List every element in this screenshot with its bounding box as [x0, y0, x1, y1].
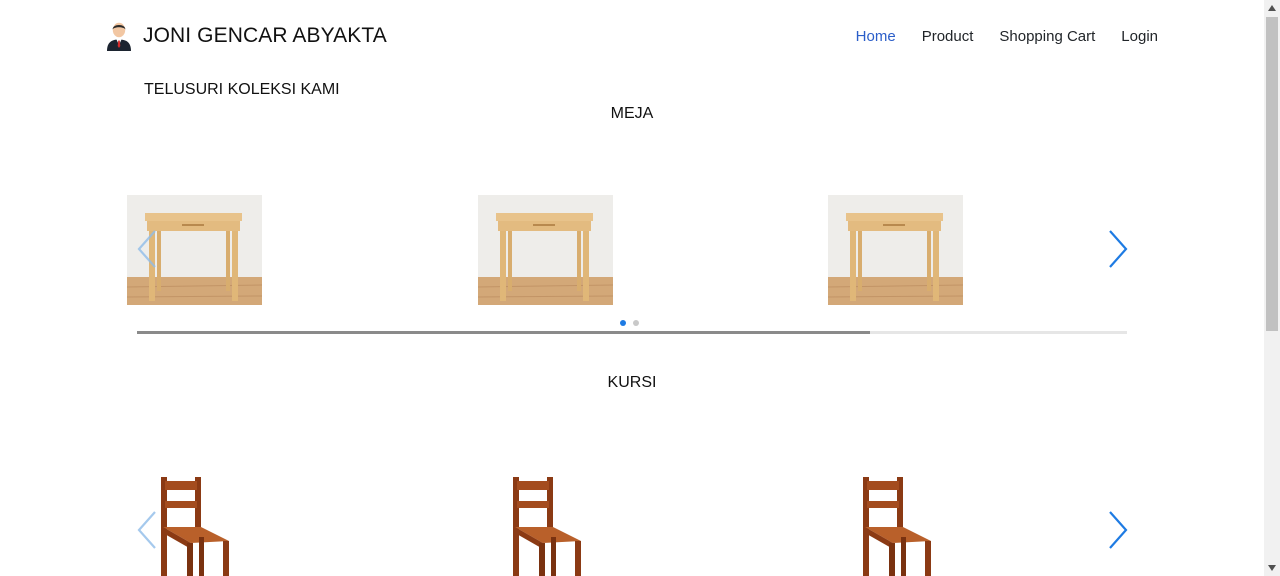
carousel-scrollbar[interactable] [137, 331, 1127, 334]
nav-product[interactable]: Product [909, 26, 987, 48]
chevron-right-icon[interactable] [1103, 227, 1133, 271]
product-image-meja-2[interactable] [478, 195, 613, 305]
main-nav: Home Product Shopping Cart Login [843, 26, 1158, 48]
wooden-table-image [478, 195, 613, 305]
product-image-meja-3[interactable] [828, 195, 963, 305]
wooden-chair-image-1[interactable] [155, 475, 235, 576]
scroll-down-arrow-icon[interactable] [1264, 560, 1280, 576]
brand[interactable]: JONI GENCAR ABYAKTA [104, 20, 387, 52]
carousel-scrollbar-thumb[interactable] [137, 331, 870, 334]
navbar: JONI GENCAR ABYAKTA Home Product Shoppin… [0, 0, 1264, 72]
carousel-dot-1[interactable] [620, 320, 626, 326]
carousel-dots [620, 320, 639, 326]
category-title-kursi: KURSI [607, 374, 657, 391]
page-scrollbar[interactable] [1264, 0, 1280, 576]
chevron-right-icon[interactable] [1103, 508, 1133, 552]
page-scrollbar-thumb[interactable] [1266, 17, 1278, 331]
carousel-meja [0, 190, 1264, 340]
chevron-left-icon[interactable] [133, 508, 163, 552]
nav-home[interactable]: Home [843, 26, 909, 48]
scroll-up-arrow-icon[interactable] [1264, 0, 1280, 16]
chevron-left-icon[interactable] [133, 227, 163, 271]
brand-name: JONI GENCAR ABYAKTA [143, 24, 387, 47]
wooden-table-image [828, 195, 963, 305]
nav-shopping-cart[interactable]: Shopping Cart [986, 26, 1108, 48]
wooden-chair-image-3[interactable] [857, 475, 937, 576]
carousel-kursi [0, 470, 1264, 576]
page: JONI GENCAR ABYAKTA Home Product Shoppin… [0, 0, 1280, 576]
category-title-meja: MEJA [610, 105, 654, 122]
carousel-dot-2[interactable] [633, 320, 639, 326]
businessman-avatar-icon [107, 22, 131, 51]
section-heading: TELUSURI KOLEKSI KAMI [144, 81, 340, 98]
nav-login[interactable]: Login [1108, 26, 1158, 48]
wooden-chair-image-2[interactable] [507, 475, 587, 576]
